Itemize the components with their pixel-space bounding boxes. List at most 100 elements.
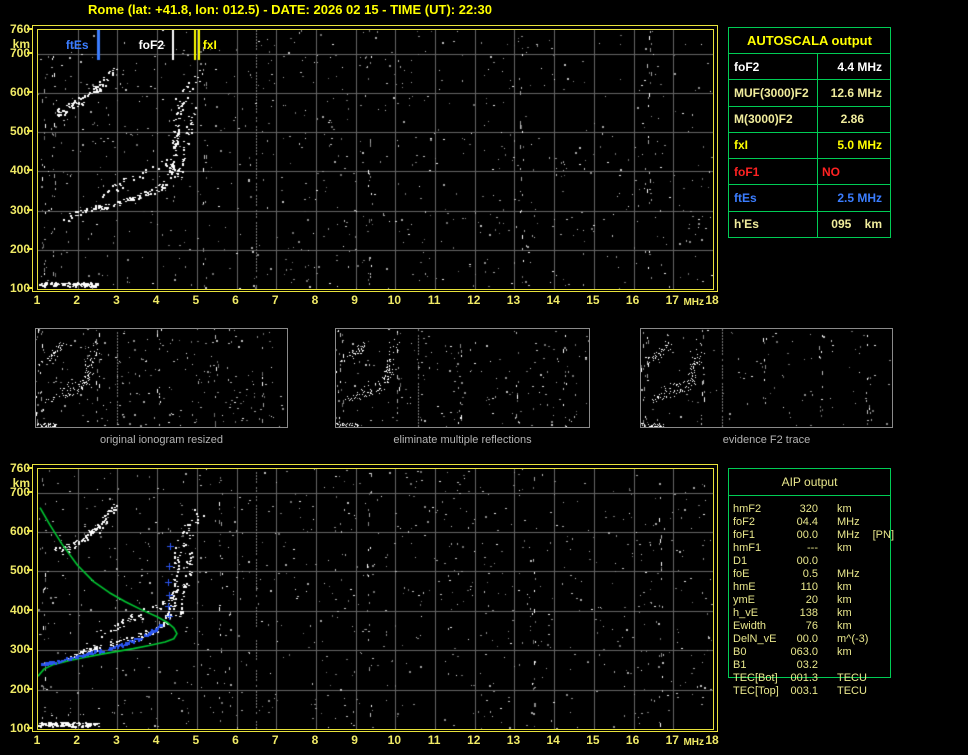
param-value: 095 km [831, 217, 882, 232]
param-label: TEC[Bot] [733, 672, 778, 684]
thumbnail-eliminate-reflections [335, 328, 590, 428]
param-value: 2.86 [840, 112, 864, 127]
param-value: 12.6 MHz [830, 85, 882, 100]
param-label: h_vE [733, 607, 759, 619]
table-row: M(3000)F2 2.86 [729, 106, 890, 133]
autoscala-table-rows: foF2 4.4 MHz MUF(3000)F2 12.6 MHz M(3000)F2 2… [729, 54, 890, 237]
param-label: hmE [733, 581, 756, 593]
table-row: B0 063.0 km [728, 646, 889, 659]
y-tick-mark [27, 490, 32, 493]
y-tick-label: 200 [9, 241, 30, 256]
param-unit: TECU [837, 672, 867, 684]
ionogram-canvas-top [37, 29, 714, 290]
x-tick-label: 4 [152, 293, 160, 307]
table-row: foF2 04.4 MHz [728, 516, 889, 529]
param-unit: km [837, 503, 852, 515]
param-label: foE [733, 568, 750, 580]
y-tick-mark [27, 530, 32, 533]
marker-label-fxI: fxI [202, 38, 217, 52]
param-value: 2.5 MHz [837, 191, 882, 206]
x-axis-unit-label: MHz [683, 737, 704, 748]
table-row: fxI 5.0 MHz [729, 132, 890, 160]
x-tick-label: 2 [73, 733, 81, 747]
y-tick-mark [27, 51, 32, 54]
y-tick-mark [27, 569, 32, 572]
param-label: D1 [733, 555, 748, 567]
y-tick-mark [27, 90, 32, 93]
x-tick-label: 8 [311, 733, 319, 747]
param-label: hmF2 [733, 503, 762, 515]
y-tick-mark [27, 467, 32, 469]
thumbnail-original-ionogram [35, 328, 288, 428]
y-tick-label: 400 [9, 602, 30, 617]
table-row: MUF(3000)F2 12.6 MHz [729, 80, 890, 107]
param-unit: km [837, 542, 852, 554]
thumbnail-canvas-reflections [336, 329, 589, 427]
y-tick-label: 400 [9, 163, 30, 178]
param-unit: km [837, 594, 852, 606]
x-tick-label: 1 [33, 733, 41, 747]
x-tick-label: 15 [586, 293, 600, 307]
x-tick-label: 10 [387, 733, 402, 747]
param-label: ftEs [729, 185, 818, 211]
y-tick-mark [27, 28, 32, 30]
y-tick-label: 100 [9, 721, 30, 735]
param-value: 03.2 [796, 659, 818, 671]
param-unit [818, 659, 837, 672]
param-value: 5.0 MHz [837, 138, 882, 153]
x-tick-label: 6 [232, 733, 239, 747]
x-tick-label: 7 [271, 733, 279, 747]
thumbnail-canvas-evidence [641, 329, 892, 427]
table-row: h'Es 095 km [729, 211, 890, 237]
y-tick-label: 500 [9, 124, 30, 139]
x-tick-label: 10 [387, 293, 402, 307]
param-value: 20 [805, 594, 818, 606]
table-row: foF1 NO [729, 159, 890, 186]
table-row: TEC[Top] 003.1 TECU [728, 685, 889, 698]
table-row: foF1 00.0 MHz [PN] [728, 529, 894, 542]
y-tick-label: 600 [9, 84, 30, 99]
thumbnail-evidence-f2 [640, 328, 893, 428]
y-tick-mark [27, 608, 32, 611]
aip-table-header: AIP output [729, 469, 890, 496]
x-tick-label: 3 [113, 733, 120, 747]
param-unit [818, 555, 837, 568]
y-tick-mark [27, 287, 32, 289]
y-tick-mark [27, 247, 32, 250]
x-tick-label: 13 [506, 293, 521, 307]
x-tick-label: 5 [192, 293, 200, 307]
param-value: 00.0 [796, 529, 818, 541]
x-tick-label: 16 [625, 293, 640, 307]
thumbnail-caption-original: original ionogram resized [100, 434, 223, 446]
y-tick-label: 200 [9, 681, 30, 696]
y-tick-mark [27, 727, 32, 729]
param-value: 003.1 [790, 685, 818, 697]
x-tick-label: 9 [351, 733, 358, 747]
y-tick-label: 760 [9, 461, 30, 475]
table-row: hmF2 320 km [728, 503, 889, 516]
x-tick-label: 1 [33, 293, 41, 307]
param-label: foF2 [733, 516, 756, 528]
param-label: h'Es [729, 211, 818, 237]
y-tick-label: 500 [9, 563, 30, 578]
autoscala-window: Rome (lat: +41.8, lon: 012.5) - DATE: 20… [0, 0, 968, 755]
x-tick-label: 11 [427, 293, 441, 307]
ionogram-plot-bottom [32, 464, 718, 732]
param-unit: MHz [837, 568, 860, 580]
table-row: h_vE 138 km [728, 607, 889, 620]
param-value: 00.0 [796, 633, 818, 645]
param-value: 138 [799, 607, 818, 619]
table-row: ftEs 2.5 MHz [729, 185, 890, 212]
thumbnail-canvas-original [36, 329, 287, 427]
y-tick-label: 100 [9, 281, 30, 295]
autoscala-output-table: AUTOSCALA output foF2 4.4 MHz MUF(3000)F2 1… [728, 27, 891, 238]
x-tick-label: 4 [152, 733, 160, 747]
marker-label-foF2: foF2 [138, 38, 164, 52]
y-tick-label: 700 [9, 484, 30, 499]
table-row: hmE 110 km [728, 581, 889, 594]
x-tick-label: 2 [73, 293, 81, 307]
y-tick-mark [27, 208, 32, 211]
param-unit: MHz [837, 529, 860, 541]
table-row: Ewidth 76 km [728, 620, 889, 633]
y-tick-label: 760 [9, 22, 30, 36]
